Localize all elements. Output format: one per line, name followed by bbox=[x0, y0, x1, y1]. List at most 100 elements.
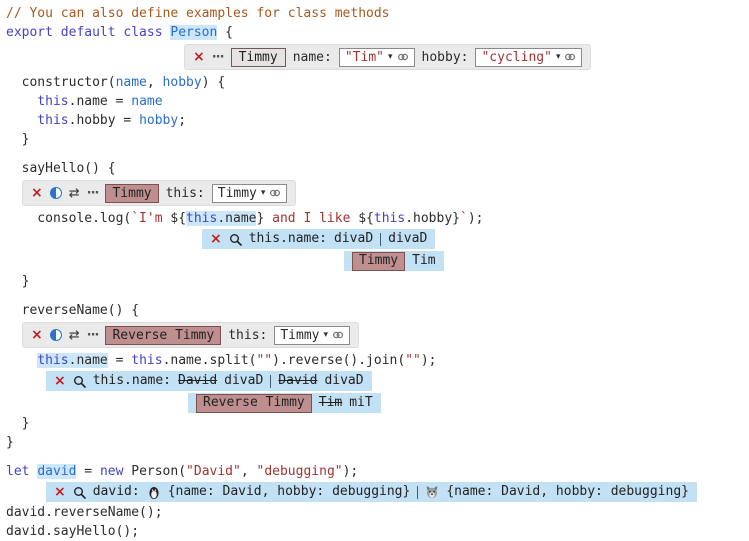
link-icon bbox=[564, 51, 576, 63]
more-options-icon[interactable]: ··· bbox=[87, 186, 99, 201]
wolf-icon bbox=[425, 485, 439, 499]
code-text: } bbox=[452, 211, 460, 226]
code-text: Person( bbox=[123, 464, 186, 479]
keyword: let bbox=[6, 464, 37, 479]
code-text: } bbox=[6, 132, 29, 147]
more-options-icon[interactable]: ··· bbox=[212, 50, 224, 65]
code-editor: // You can also define examples for clas… bbox=[0, 0, 749, 541]
reversename-example-widget: × ⇄ ··· Reverse Timmy this: Timmy ▾ bbox=[22, 322, 359, 348]
template-string: `I'm bbox=[131, 211, 170, 226]
example-badge[interactable]: Reverse Timmy bbox=[196, 394, 312, 413]
example-definition-widget: × ··· Timmy name: "Tim" ▾ hobby: "cyclin… bbox=[184, 44, 591, 70]
class-declaration-line: export default class Person { bbox=[6, 23, 749, 42]
this-keyword: this bbox=[6, 113, 69, 128]
this-keyword: this bbox=[6, 94, 69, 109]
david-probe-row: × david: {name: David, hobby: debugging}… bbox=[46, 481, 749, 503]
more-options-icon[interactable]: ··· bbox=[87, 328, 99, 343]
keyword: new bbox=[100, 464, 123, 479]
code-text: ); bbox=[421, 353, 437, 368]
code-text: { bbox=[217, 25, 233, 40]
field-label-hobby: hobby: bbox=[422, 50, 469, 65]
blank-line bbox=[6, 452, 749, 462]
code-text: } bbox=[6, 274, 29, 289]
example-badge[interactable]: Timmy bbox=[352, 252, 405, 271]
this-value-dropdown[interactable]: Timmy ▾ bbox=[274, 326, 350, 345]
code-text: ); bbox=[343, 464, 359, 479]
template-string: and I like bbox=[264, 211, 358, 226]
dropdown-value: Timmy bbox=[280, 328, 319, 343]
reverse-body-line: this.name = this.name.split("").reverse(… bbox=[6, 351, 749, 370]
console-log-line: console.log(`I'm ${this.name} and I like… bbox=[6, 209, 749, 228]
chevron-down-icon: ▾ bbox=[324, 330, 329, 340]
code-text: reverseName() { bbox=[6, 303, 139, 318]
code-text: ).reverse().join( bbox=[272, 353, 405, 368]
dropdown-value: "cycling" bbox=[481, 50, 551, 65]
assign-name-line: this.name = name bbox=[6, 92, 749, 111]
this-keyword[interactable]: this bbox=[186, 211, 217, 226]
close-icon[interactable]: × bbox=[31, 186, 43, 200]
swap-icon[interactable]: ⇄ bbox=[69, 328, 80, 343]
close-class-line: } bbox=[6, 433, 749, 452]
close-icon[interactable]: × bbox=[54, 374, 66, 388]
reversename-probe-row-1: × this.name: David divaD David divaD bbox=[46, 370, 749, 392]
template-string: ` bbox=[460, 211, 468, 226]
example-name-box[interactable]: Timmy bbox=[231, 48, 286, 67]
this-value-dropdown[interactable]: Timmy ▾ bbox=[212, 184, 288, 203]
string-literal: "David" bbox=[186, 464, 241, 479]
probe-widget: × this.name: divaD divaD bbox=[202, 229, 435, 249]
reversename-probe-row-2: Reverse Timmy Tim miT bbox=[188, 392, 749, 414]
code-text: ); bbox=[468, 211, 484, 226]
field-value-dropdown-name[interactable]: "Tim" ▾ bbox=[339, 48, 415, 67]
string-literal: "" bbox=[405, 353, 421, 368]
link-icon bbox=[332, 329, 344, 341]
class-name[interactable]: Person bbox=[170, 25, 217, 40]
let-david-line: let david = new Person("David", "debuggi… bbox=[6, 462, 749, 481]
toggle-example-icon[interactable] bbox=[50, 329, 62, 341]
property-name[interactable]: .name bbox=[217, 211, 256, 226]
code-text: .hobby = bbox=[69, 113, 139, 128]
chevron-down-icon: ▾ bbox=[388, 52, 393, 62]
code-text: } bbox=[6, 435, 14, 450]
param-hobby: hobby bbox=[163, 75, 202, 90]
field-value-dropdown-hobby[interactable]: "cycling" ▾ bbox=[475, 48, 582, 67]
keyword: export default class bbox=[6, 25, 170, 40]
comment-line: // You can also define examples for clas… bbox=[6, 4, 749, 23]
param-hobby: hobby bbox=[139, 113, 178, 128]
example-badge[interactable]: Reverse Timmy bbox=[105, 326, 221, 345]
close-icon[interactable]: × bbox=[31, 328, 43, 342]
toggle-example-icon[interactable] bbox=[50, 187, 62, 199]
code-text bbox=[6, 353, 37, 368]
probe-widget: × david: {name: David, hobby: debugging}… bbox=[46, 482, 697, 502]
sayhello-signature-line: sayHello() { bbox=[6, 159, 749, 178]
this-label: this: bbox=[166, 186, 205, 201]
example-definition-row: × ··· Timmy name: "Tim" ▾ hobby: "cyclin… bbox=[184, 44, 749, 70]
close-icon[interactable]: × bbox=[193, 50, 205, 64]
comment-text: // You can also define examples for clas… bbox=[6, 6, 390, 21]
code-text: ) { bbox=[202, 75, 225, 90]
sayhello-example-widget: × ⇄ ··· Timmy this: Timmy ▾ bbox=[22, 180, 296, 206]
this-keyword[interactable]: this bbox=[37, 353, 68, 368]
constructor-line: constructor(name, hobby) { bbox=[6, 73, 749, 92]
sayhello-probe-row-2: Timmy Tim bbox=[344, 250, 749, 272]
example-badge[interactable]: Timmy bbox=[105, 184, 158, 203]
close-icon[interactable]: × bbox=[210, 232, 222, 246]
reversename-signature-line: reverseName() { bbox=[6, 301, 749, 320]
assign-hobby-line: this.hobby = hobby; bbox=[6, 111, 749, 130]
close-brace-line: } bbox=[6, 130, 749, 149]
call-reverse-line: david.reverseName(); bbox=[6, 503, 749, 522]
code-text: , bbox=[147, 75, 163, 90]
property-hobby: .hobby bbox=[405, 211, 452, 226]
value-separator bbox=[270, 375, 271, 388]
code-text: = bbox=[76, 464, 99, 479]
code-text: sayHello() { bbox=[6, 161, 116, 176]
magnifier-icon bbox=[73, 486, 86, 499]
sayhello-example-row: × ⇄ ··· Timmy this: Timmy ▾ bbox=[22, 180, 749, 206]
variable-david[interactable]: david bbox=[37, 464, 76, 479]
swap-icon[interactable]: ⇄ bbox=[69, 186, 80, 201]
chevron-down-icon: ▾ bbox=[261, 188, 266, 198]
property-name[interactable]: .name bbox=[69, 353, 108, 368]
dropdown-value: "Tim" bbox=[345, 50, 384, 65]
close-brace-line: } bbox=[6, 272, 749, 291]
this-keyword: this bbox=[374, 211, 405, 226]
close-icon[interactable]: × bbox=[54, 485, 66, 499]
